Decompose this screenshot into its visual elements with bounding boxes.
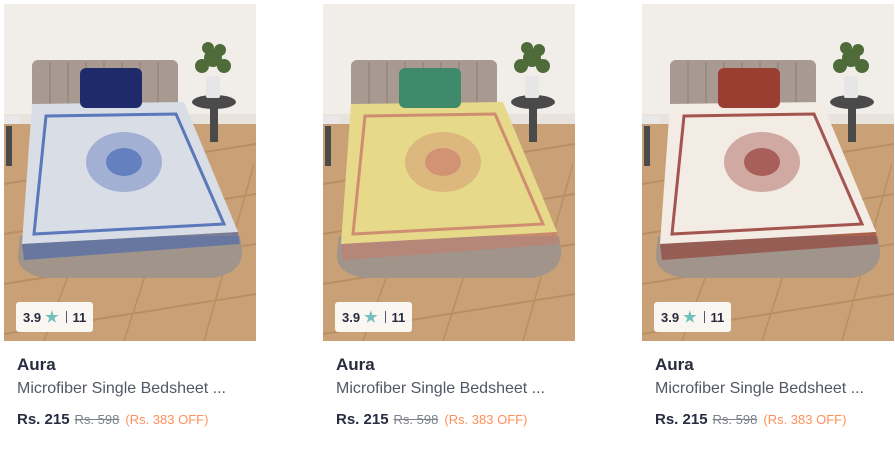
rating-badge: 3.9 ★ 11 <box>16 302 94 332</box>
divider <box>384 311 386 323</box>
price-row: Rs. 215 Rs. 598 (Rs. 383 OFF) <box>655 411 846 428</box>
product-image[interactable] <box>642 4 894 341</box>
rating-value: 3.9 <box>23 309 42 325</box>
discount: (Rs. 383 OFF) <box>763 412 847 427</box>
rating-value: 3.9 <box>342 309 361 325</box>
price: Rs. 215 <box>336 411 389 428</box>
bedsheet-image <box>4 4 256 341</box>
price-row: Rs. 215 Rs. 598 (Rs. 383 OFF) <box>17 411 208 428</box>
brand-name: Aura <box>655 355 694 374</box>
star-icon: ★ <box>364 308 378 326</box>
price: Rs. 215 <box>17 411 70 428</box>
review-count: 11 <box>710 309 725 325</box>
mrp: Rs. 598 <box>712 412 758 427</box>
rating-badge: 3.9 ★ 11 <box>654 302 732 332</box>
product-name: Microfiber Single Bedsheet ... <box>655 380 864 397</box>
product-name: Microfiber Single Bedsheet ... <box>17 380 226 397</box>
star-icon: ★ <box>45 308 59 326</box>
rating-badge: 3.9 ★ 11 <box>335 302 413 332</box>
divider <box>703 311 705 323</box>
bedsheet-image <box>642 4 894 341</box>
bedsheet-image <box>323 4 575 341</box>
discount: (Rs. 383 OFF) <box>444 412 528 427</box>
product-image[interactable] <box>323 4 575 341</box>
rating-value: 3.9 <box>661 309 680 325</box>
brand-name: Aura <box>17 355 56 374</box>
discount: (Rs. 383 OFF) <box>125 412 209 427</box>
review-count: 11 <box>72 309 87 325</box>
mrp: Rs. 598 <box>393 412 439 427</box>
review-count: 11 <box>391 309 406 325</box>
product-card[interactable]: 3.9 ★ 11 Aura Microfiber Single Bedsheet… <box>4 4 256 444</box>
mrp: Rs. 598 <box>74 412 120 427</box>
brand-name: Aura <box>336 355 375 374</box>
divider <box>65 311 67 323</box>
product-image[interactable] <box>4 4 256 341</box>
price: Rs. 215 <box>655 411 708 428</box>
product-card[interactable]: 3.9 ★ 11 Aura Microfiber Single Bedsheet… <box>642 4 894 444</box>
product-name: Microfiber Single Bedsheet ... <box>336 380 545 397</box>
product-card[interactable]: 3.9 ★ 11 Aura Microfiber Single Bedsheet… <box>323 4 575 444</box>
price-row: Rs. 215 Rs. 598 (Rs. 383 OFF) <box>336 411 527 428</box>
star-icon: ★ <box>683 308 697 326</box>
